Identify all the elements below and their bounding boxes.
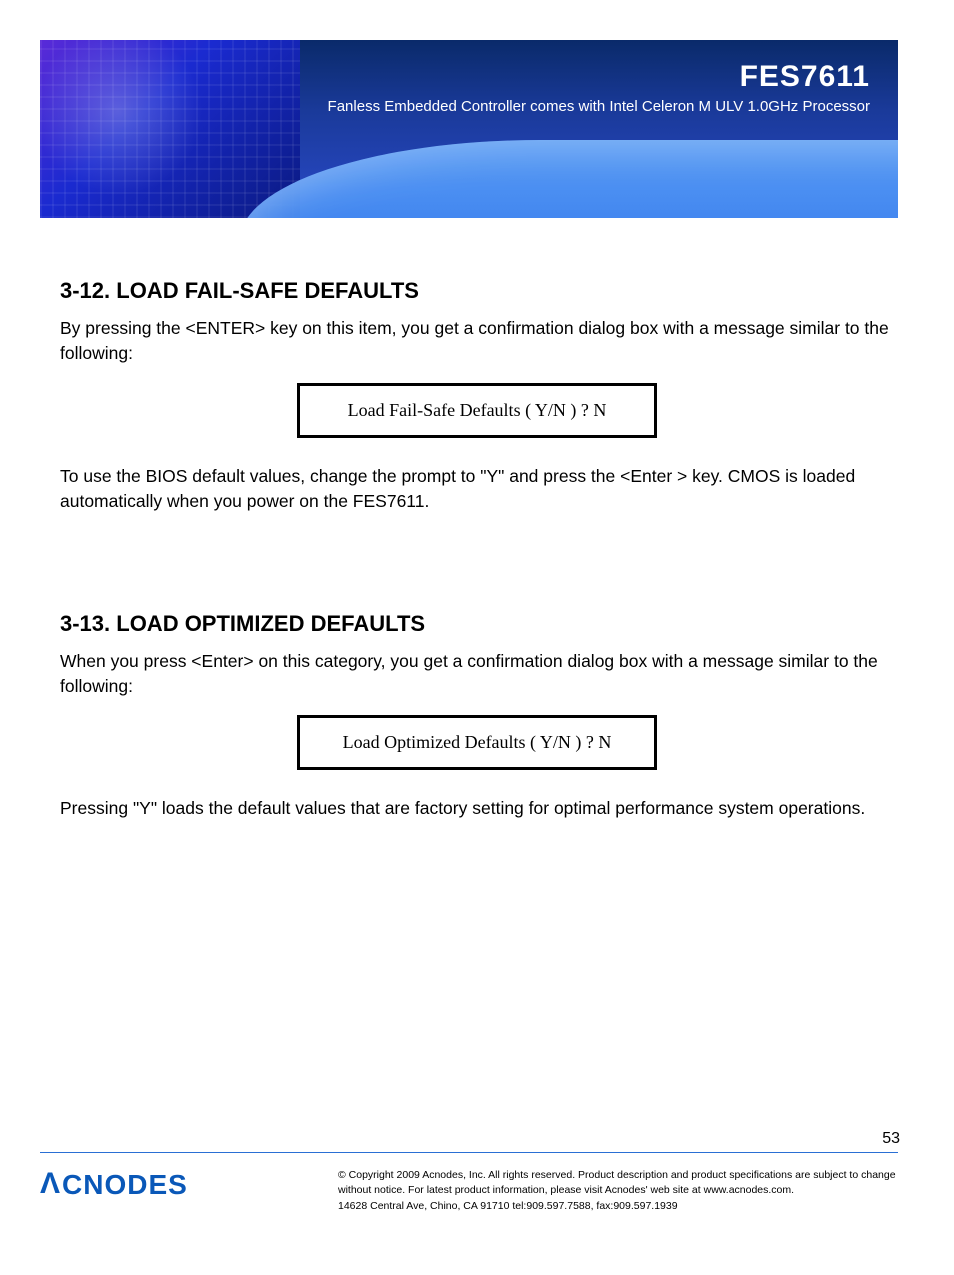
logo-caret-icon: Λ <box>40 1167 61 1201</box>
product-subtitle: Fanless Embedded Controller comes with I… <box>328 98 870 115</box>
page-number: 53 <box>882 1130 900 1148</box>
section1-para2: To use the BIOS default values, change t… <box>60 464 894 515</box>
page-footer: ΛCNODES © Copyright 2009 Acnodes, Inc. A… <box>40 1168 898 1214</box>
footer-divider <box>40 1152 898 1153</box>
banner-swoosh <box>240 140 898 218</box>
section2-para1: When you press <Enter> on this category,… <box>60 649 894 700</box>
section1-para1: By pressing the <ENTER> key on this item… <box>60 316 894 367</box>
banner-title-block: FES7611 Fanless Embedded Controller come… <box>328 60 870 115</box>
section-heading-optimized: 3-13. LOAD OPTIMIZED DEFAULTS <box>60 611 894 637</box>
footer-copyright: © Copyright 2009 Acnodes, Inc. All right… <box>338 1168 898 1197</box>
header-banner: FES7611 Fanless Embedded Controller come… <box>40 40 898 218</box>
footer-text: © Copyright 2009 Acnodes, Inc. All right… <box>338 1168 898 1214</box>
section2-para2: Pressing "Y" loads the default values th… <box>60 796 894 821</box>
product-model: FES7611 <box>328 60 870 94</box>
page-content: 3-12. LOAD FAIL-SAFE DEFAULTS By pressin… <box>0 218 954 822</box>
optimized-prompt-box: Load Optimized Defaults ( Y/N ) ? N <box>297 715 657 770</box>
fail-safe-prompt-box: Load Fail-Safe Defaults ( Y/N ) ? N <box>297 383 657 438</box>
logo-text: CNODES <box>62 1169 188 1201</box>
banner-circuit-art <box>40 40 300 218</box>
acnodes-logo: ΛCNODES <box>40 1168 188 1202</box>
footer-address: 14628 Central Ave, Chino, CA 91710 tel:9… <box>338 1199 898 1214</box>
section-heading-fail-safe: 3-12. LOAD FAIL-SAFE DEFAULTS <box>60 278 894 304</box>
